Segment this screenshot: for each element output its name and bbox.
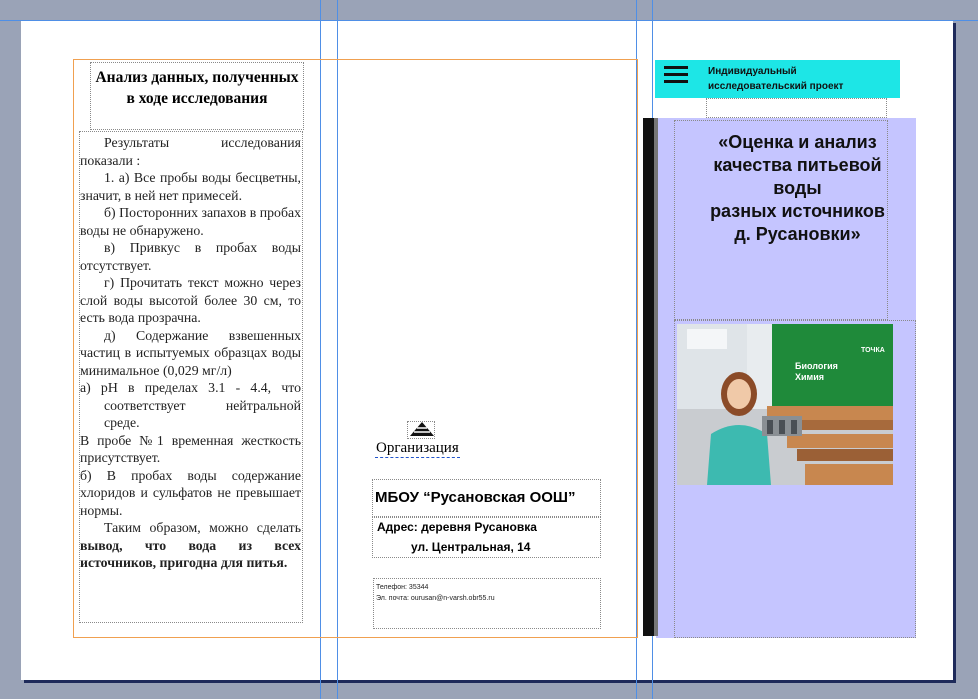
- classroom-photo-image: Биология Химия ТОЧКА: [677, 324, 893, 485]
- logo-frame: [407, 421, 435, 439]
- conclusion: Таким образом, можно сделать вывод, что …: [80, 519, 301, 572]
- analysis-title[interactable]: Анализ данных, полученных в ходе исследо…: [91, 63, 303, 133]
- conclusion-start: Таким образом, можно сделать: [104, 520, 301, 535]
- paragraph: б) В пробах воды содержание хлоридов и с…: [80, 467, 301, 518]
- project-title[interactable]: «Оценка и анализ качества питьевой воды …: [690, 131, 905, 246]
- organization-label[interactable]: Организация: [375, 440, 460, 458]
- margin-guide: [0, 20, 978, 21]
- paragraph: д) Содержание взвешенных частиц в испыту…: [80, 327, 301, 378]
- header-frame: [706, 98, 887, 118]
- spine-shadow: [654, 118, 658, 636]
- organization-name[interactable]: МБОУ “Русановская ООШ”: [375, 489, 576, 506]
- title-line: качества питьевой: [713, 155, 882, 175]
- title-line: воды: [773, 178, 822, 198]
- paragraph: б) Посторонних запахов в пробах воды не …: [80, 205, 301, 238]
- paragraph: а) рН в пределах 3.1 - 4.4, что соответс…: [80, 380, 301, 430]
- spine-bar: [643, 118, 654, 636]
- menu-icon[interactable]: [664, 66, 688, 84]
- paragraph: г) Прочитать текст можно через слой воды…: [80, 275, 301, 325]
- phone-text: Телефон: 35344: [376, 584, 429, 591]
- board-text-1: Биология: [795, 361, 838, 371]
- paragraph: 1. а) Все пробы воды бесцветны, значит, …: [80, 170, 301, 203]
- classroom-photo[interactable]: Биология Химия ТОЧКА: [677, 324, 893, 485]
- paragraph: в) Привкус в пробах воды отсутствует.: [80, 240, 301, 273]
- title-line: «Оценка и анализ: [718, 132, 877, 152]
- email-text: Эл. почта: ourusan@n-varsh.obr55.ru: [376, 595, 495, 602]
- title-line: разных источников: [710, 201, 885, 221]
- address-line-1: Адрес: деревня Русановка: [377, 520, 537, 534]
- address-line-2: ул. Центральная, 14: [411, 540, 531, 554]
- title-line: д. Русановки»: [734, 224, 861, 244]
- paragraph: В пробе №1 временная жесткость присутств…: [80, 432, 301, 466]
- board-text-2: Химия: [795, 372, 824, 382]
- conclusion-keyword: вывод: [80, 537, 120, 553]
- analysis-body[interactable]: Результаты исследования показали : 1. а)…: [80, 134, 301, 622]
- brand-text: ТОЧКА: [861, 347, 885, 354]
- paragraph: Результаты исследования показали :: [80, 135, 301, 168]
- project-type-label: Индивидуальный исследовательский проект: [708, 66, 844, 92]
